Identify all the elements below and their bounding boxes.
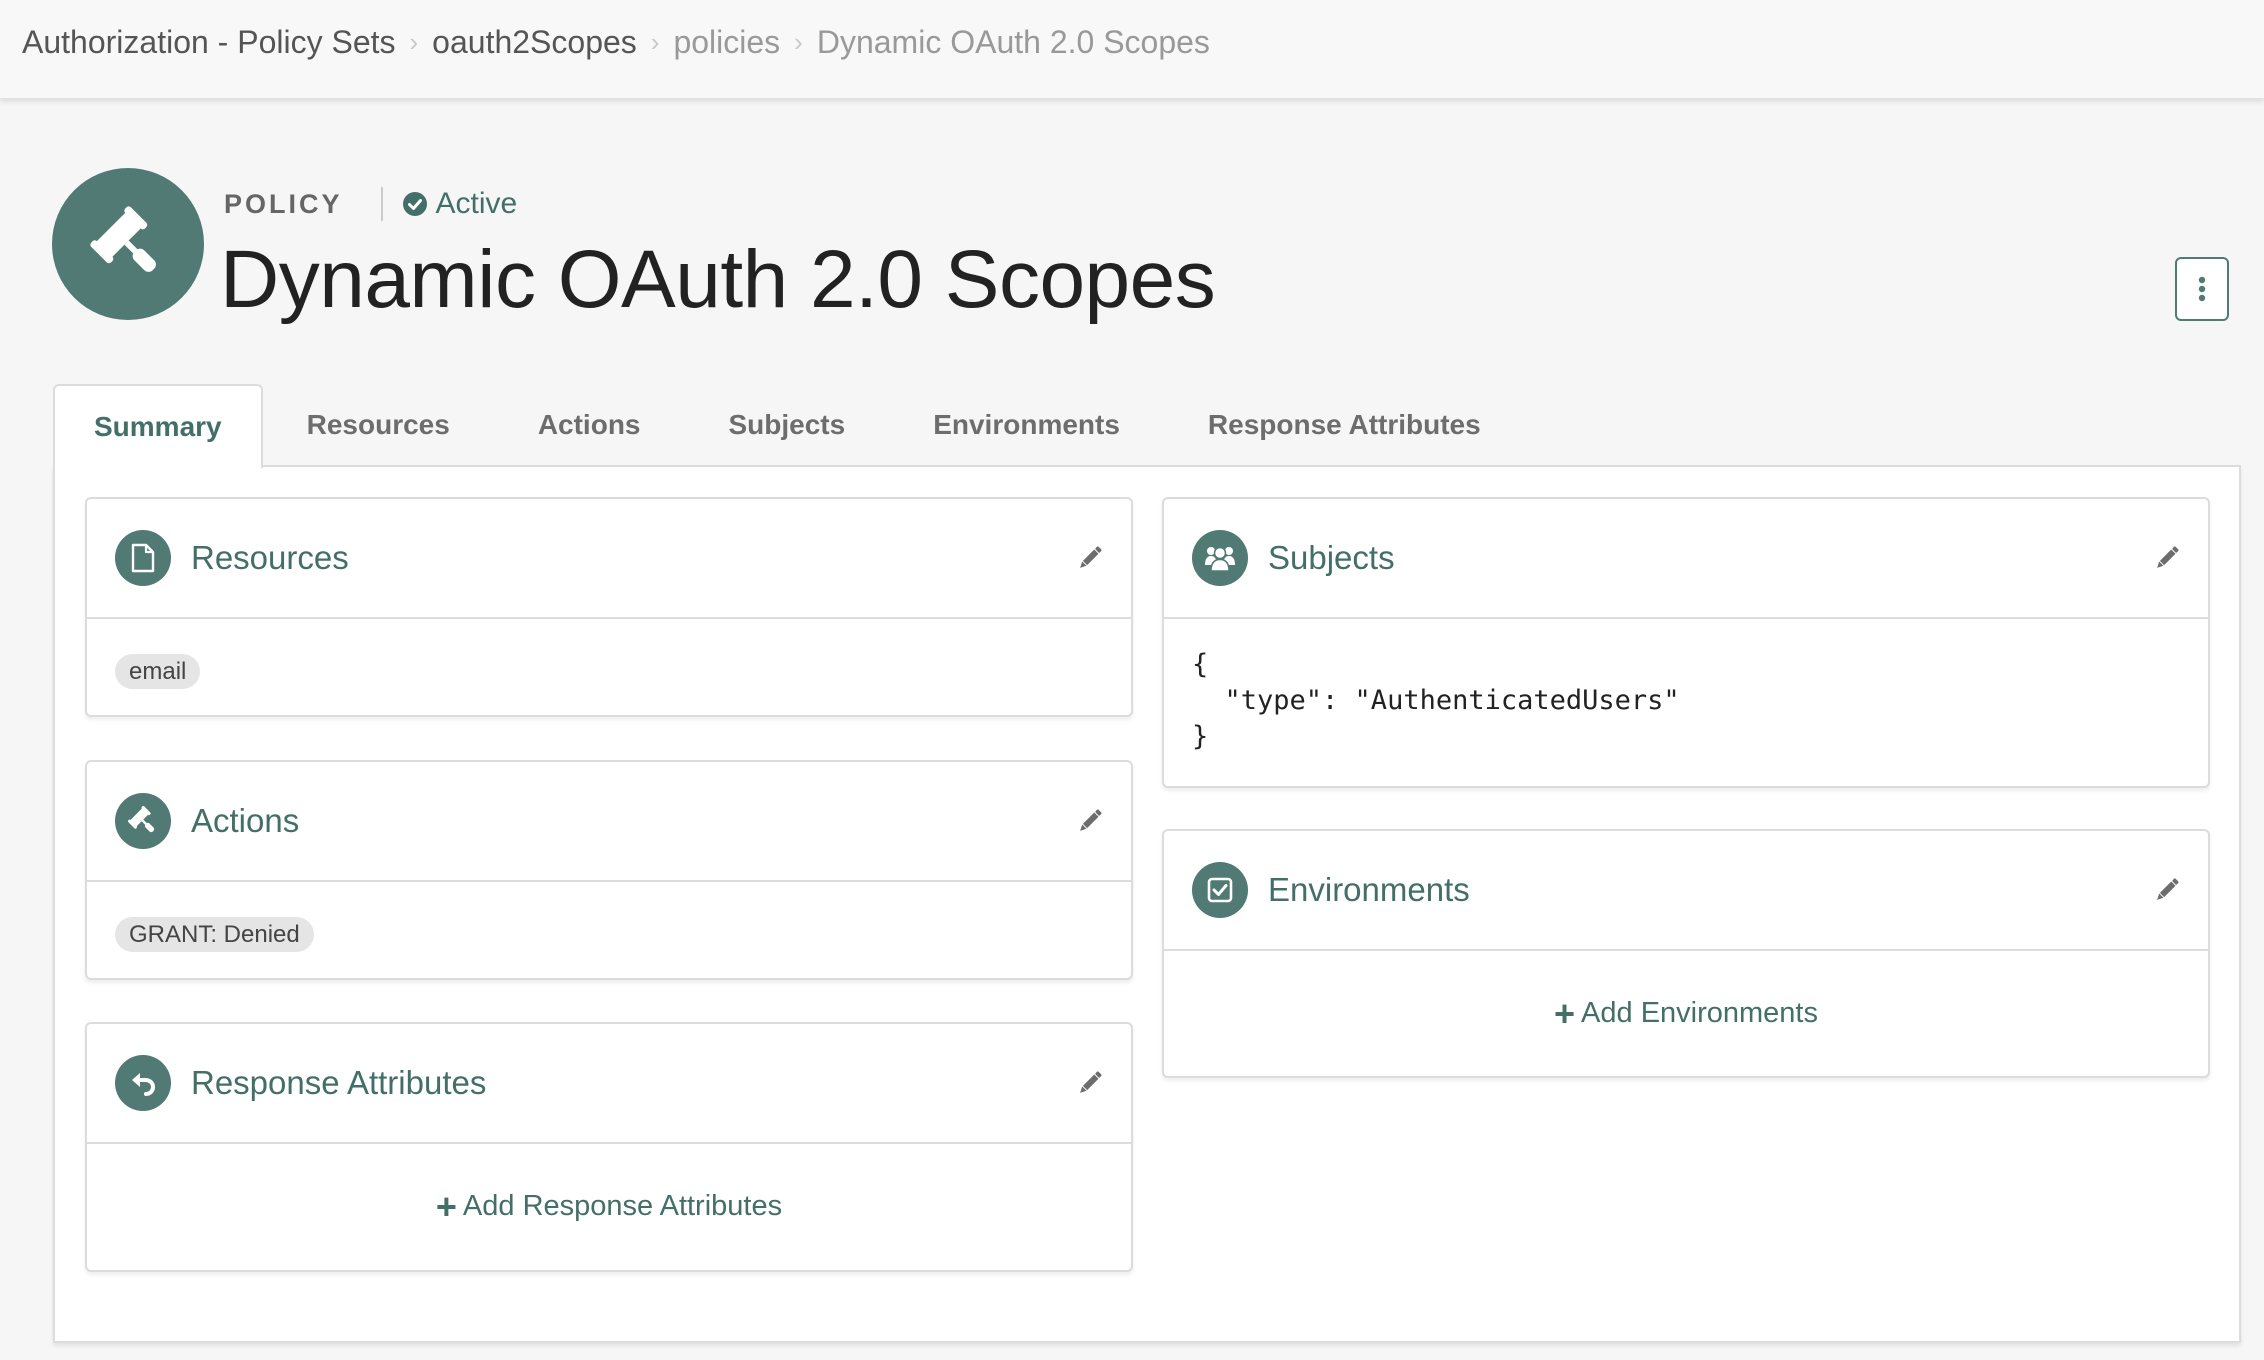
card-body: GRANT: Denied [87, 882, 1131, 952]
status-badge: Active [402, 187, 518, 221]
breadcrumb-policy-sets[interactable]: Authorization - Policy Sets [22, 20, 396, 64]
actions-card: Actions GRANT: Denied [85, 760, 1133, 980]
breadcrumb-policies: policies [673, 24, 781, 60]
check-circle-icon [402, 192, 427, 216]
policy-avatar [52, 168, 204, 320]
tab-subjects[interactable]: Subjects [685, 384, 890, 466]
divider [380, 187, 383, 221]
plus-icon: + [1554, 992, 1576, 1034]
vertical-ellipsis-icon [2198, 276, 2206, 302]
card-title: Response Attributes [191, 1064, 487, 1101]
add-environments-label: Add Environments [1581, 997, 1818, 1029]
card-header: Environments [1164, 831, 2208, 951]
breadcrumb-policy-set[interactable]: oauth2Scopes [432, 20, 637, 64]
card-body: + Add Response Attributes [87, 1144, 1131, 1227]
breadcrumb-bar: Authorization - Policy Sets › oauth2Scop… [0, 0, 2264, 99]
card-title: Actions [191, 802, 300, 839]
subjects-json: { "type": "AuthenticatedUsers" } [1192, 649, 1680, 752]
subjects-icon-badge [1192, 530, 1248, 586]
card-header: Actions [87, 762, 1131, 882]
card-title: Resources [191, 539, 349, 576]
tab-bar: Summary Resources Actions Subjects Envir… [53, 384, 1525, 468]
reply-icon [132, 1073, 156, 1096]
tab-actions[interactable]: Actions [494, 384, 685, 466]
tab-environments[interactable]: Environments [889, 384, 1164, 466]
action-pill: GRANT: Denied [115, 917, 314, 952]
breadcrumb-current: Dynamic OAuth 2.0 Scopes [816, 24, 1210, 60]
breadcrumb: Authorization - Policy Sets › oauth2Scop… [22, 20, 1210, 64]
tab-resources[interactable]: Resources [263, 384, 494, 466]
pencil-icon[interactable] [1077, 545, 1103, 571]
tab-response-attributes[interactable]: Response Attributes [1164, 384, 1525, 466]
entity-type-label: POLICY [224, 188, 343, 219]
status-text: Active [435, 187, 518, 220]
pencil-icon[interactable] [1077, 1070, 1103, 1096]
card-title: Environments [1268, 871, 1470, 908]
policy-meta: POLICY Active [224, 184, 517, 224]
resource-pill: email [115, 654, 201, 689]
plus-icon: + [435, 1185, 457, 1227]
gavel-icon [127, 805, 155, 833]
card-body: + Add Environments [1164, 951, 2208, 1034]
resources-icon-badge [115, 530, 171, 586]
file-icon [131, 543, 155, 573]
actions-icon-badge [115, 793, 171, 849]
subjects-card: Subjects { "type": "AuthenticatedUsers" … [1162, 497, 2210, 788]
tab-summary[interactable]: Summary [53, 384, 263, 468]
card-header: Response Attributes [87, 1024, 1131, 1144]
more-actions-button[interactable] [2175, 257, 2229, 321]
chevron-right-icon: › [409, 27, 419, 57]
card-body: { "type": "AuthenticatedUsers" } [1164, 619, 2208, 755]
chevron-right-icon: › [794, 27, 803, 57]
add-environments-link[interactable]: + Add Environments [1192, 992, 2180, 1034]
add-response-attributes-label: Add Response Attributes [462, 1190, 783, 1222]
checkbox-icon [1207, 877, 1233, 903]
gavel-icon [90, 206, 156, 272]
chevron-right-icon: › [650, 27, 660, 57]
response-attributes-card: Response Attributes + Add Response Attri… [85, 1022, 1133, 1272]
response-attributes-icon-badge [115, 1055, 171, 1111]
users-icon [1205, 546, 1235, 572]
page-title: Dynamic OAuth 2.0 Scopes [220, 234, 1216, 325]
resources-card: Resources email [85, 497, 1133, 717]
add-response-attributes-link[interactable]: + Add Response Attributes [115, 1185, 1103, 1227]
card-title: Subjects [1268, 539, 1395, 576]
card-header: Subjects [1164, 499, 2208, 619]
environments-icon-badge [1192, 862, 1248, 918]
card-body: email [87, 619, 1131, 689]
pencil-icon[interactable] [2154, 545, 2180, 571]
pencil-icon[interactable] [2154, 877, 2180, 903]
card-header: Resources [87, 499, 1131, 619]
pencil-icon[interactable] [1077, 808, 1103, 834]
environments-card: Environments + Add Environments [1162, 829, 2210, 1078]
